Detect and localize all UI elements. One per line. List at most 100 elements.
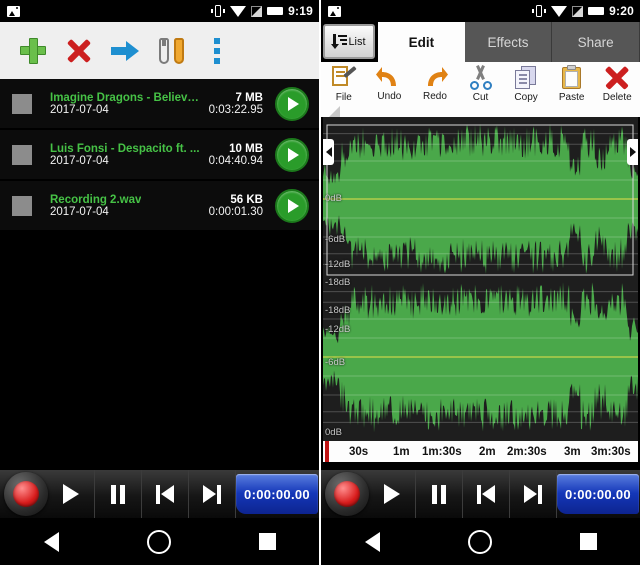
recents-button[interactable] [259,533,276,550]
clipboard-paste-icon [559,65,585,90]
status-bar-clock: 9:20 [609,4,634,18]
file-button[interactable]: File [321,65,367,103]
play-icon [288,96,299,111]
previous-icon [156,484,174,504]
sort-list-icon [331,34,348,49]
list-button[interactable]: List [323,24,375,59]
pause-button[interactable] [95,470,142,518]
file-date: 2017-07-04 [50,103,109,116]
paste-button[interactable]: Paste [549,65,595,103]
undo-arrow-icon [376,65,402,89]
file-duration: 0:03:22.95 [208,103,263,116]
plus-icon [20,37,46,64]
selection-handle-right[interactable] [627,139,638,165]
vibrate-icon [211,5,226,17]
file-title: Imagine Dragons - Believe... [50,91,200,104]
file-size: 10 MB [229,142,263,155]
vibrate-icon [532,5,547,17]
waveform-canvas[interactable] [323,117,638,441]
row-play-button[interactable] [275,188,309,223]
undo-button[interactable]: Undo [367,65,413,102]
file-duration: 0:00:01.30 [208,205,263,218]
button-label: Undo [377,91,402,102]
move-button[interactable] [102,28,148,74]
table-row[interactable]: Recording 2.wav 56 KB 2017-07-04 0:00:01… [0,181,319,232]
previous-icon [477,484,495,504]
ruler-tick: 2m [479,445,496,458]
wifi-icon [551,5,568,17]
playhead-marker [325,441,329,462]
copy-button[interactable]: Copy [503,65,549,103]
row-checkbox[interactable] [12,144,32,165]
copy-icon [513,65,539,90]
file-meta: Luis Fonsi - Despacito ft. ... 10 MB 201… [50,143,263,167]
add-button[interactable] [10,28,56,74]
play-icon [384,484,400,504]
more-vertical-icon [214,37,220,64]
edit-toolbar: File Undo Redo Cut Copy Paste Delete [321,62,640,117]
row-play-button[interactable] [275,86,309,121]
row-checkbox[interactable] [12,93,32,114]
photo-icon [7,5,20,17]
play-icon [288,147,299,162]
row-checkbox[interactable] [12,195,32,216]
file-title: Recording 2.wav [50,193,142,206]
tab-share[interactable]: Share [552,22,640,62]
table-row[interactable]: Imagine Dragons - Believe... 7 MB 2017-0… [0,79,319,130]
battery-icon [267,7,284,15]
file-date: 2017-07-04 [50,154,109,167]
chevron-left-icon [325,147,332,157]
row-play-button[interactable] [275,137,309,172]
tools-button[interactable] [148,28,194,74]
next-button[interactable] [510,470,557,518]
tab-edit[interactable]: Edit [378,22,465,62]
pause-button[interactable] [416,470,463,518]
button-label: Cut [472,92,489,103]
file-list[interactable]: Imagine Dragons - Believe... 7 MB 2017-0… [0,79,319,486]
file-meta: Imagine Dragons - Believe... 7 MB 2017-0… [50,92,263,116]
record-button[interactable] [325,472,369,516]
next-button[interactable] [189,470,236,518]
button-label: Paste [558,92,585,103]
recents-button[interactable] [580,533,597,550]
back-button[interactable] [44,531,59,552]
selection-handle-left[interactable] [323,139,334,165]
photo-icon [328,5,341,17]
previous-button[interactable] [142,470,189,518]
ruler-tick: 1m [393,445,410,458]
play-icon [63,484,79,504]
previous-button[interactable] [463,470,510,518]
ruler-tick: 30s [349,445,369,458]
dual-screenshot: 9:19 Imagine Dragons - Believe... 7 MB 2… [0,0,640,565]
android-nav-bar [0,518,319,565]
red-x-icon [604,65,630,90]
file-meta: Recording 2.wav 56 KB 2017-07-04 0:00:01… [50,194,263,218]
time-ruler[interactable]: 30s 1m 1m:30s 2m 2m:30s 3m 3m:30s 4m 4m:… [323,441,638,462]
tab-label: Effects [487,34,529,50]
tab-effects[interactable]: Effects [464,22,553,62]
scissors-icon [468,65,494,90]
delete-button[interactable]: Delete [594,65,640,103]
left-phone-screen: 9:19 Imagine Dragons - Believe... 7 MB 2… [0,0,321,565]
overflow-menu-button[interactable] [194,28,240,74]
transport-time-display[interactable]: 0:00:00.00 [236,474,318,514]
transport-time-display[interactable]: 0:00:00.00 [557,474,639,514]
redo-button[interactable]: Redo [412,65,458,102]
table-row[interactable]: Luis Fonsi - Despacito ft. ... 10 MB 201… [0,130,319,181]
ruler-tick: 3m:30s [591,445,631,458]
next-icon [524,484,542,504]
home-button[interactable] [468,529,492,554]
back-button[interactable] [365,531,380,552]
chevron-right-icon [629,147,636,157]
record-button[interactable] [4,472,48,516]
cut-button[interactable]: Cut [458,65,504,103]
right-phone-screen: 9:20 List Edit Effects Share File Undo R… [321,0,640,565]
home-button[interactable] [147,529,171,554]
button-label: Delete [602,92,632,103]
play-button[interactable] [369,470,416,518]
ruler-tick: 3m [564,445,581,458]
waveform-view[interactable]: 0dB -6dB -12dB -18dB -18dB -12dB -6dB 0d… [323,117,638,441]
delete-button[interactable] [56,28,102,74]
play-button[interactable] [48,470,95,518]
battery-icon [588,7,605,15]
